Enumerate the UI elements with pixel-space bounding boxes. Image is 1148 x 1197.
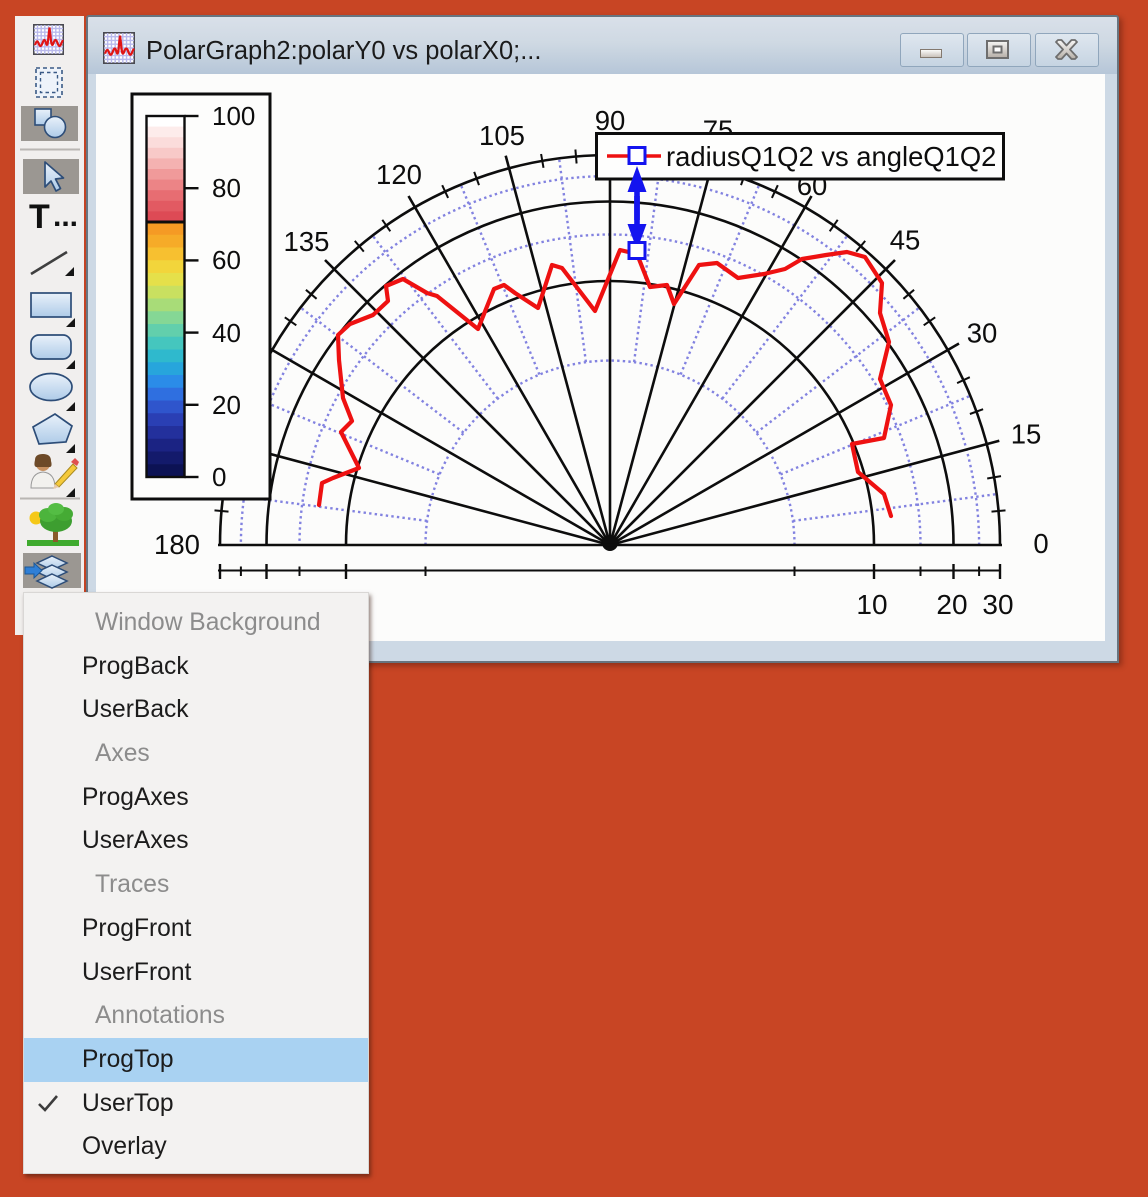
svg-text:...: ...	[53, 200, 78, 233]
svg-text:30: 30	[982, 589, 1013, 620]
svg-text:45: 45	[890, 225, 921, 256]
svg-text:20: 20	[936, 589, 967, 620]
svg-text:120: 120	[376, 159, 422, 190]
svg-text:radiusQ1Q2 vs angleQ1Q2: radiusQ1Q2 vs angleQ1Q2	[666, 141, 996, 172]
svg-text:80: 80	[212, 173, 241, 203]
svg-text:180: 180	[154, 529, 200, 560]
svg-text:0: 0	[212, 462, 226, 492]
svg-text:15: 15	[1011, 419, 1042, 450]
svg-text:T: T	[29, 198, 50, 236]
svg-text:0: 0	[1033, 528, 1048, 559]
svg-text:105: 105	[479, 120, 525, 151]
svg-text:10: 10	[856, 589, 887, 620]
svg-text:90: 90	[595, 105, 626, 136]
svg-text:60: 60	[212, 245, 241, 275]
svg-text:100: 100	[212, 101, 255, 131]
svg-text:20: 20	[212, 390, 241, 420]
svg-text:30: 30	[967, 318, 998, 349]
svg-text:135: 135	[284, 226, 330, 257]
svg-text:40: 40	[212, 318, 241, 348]
